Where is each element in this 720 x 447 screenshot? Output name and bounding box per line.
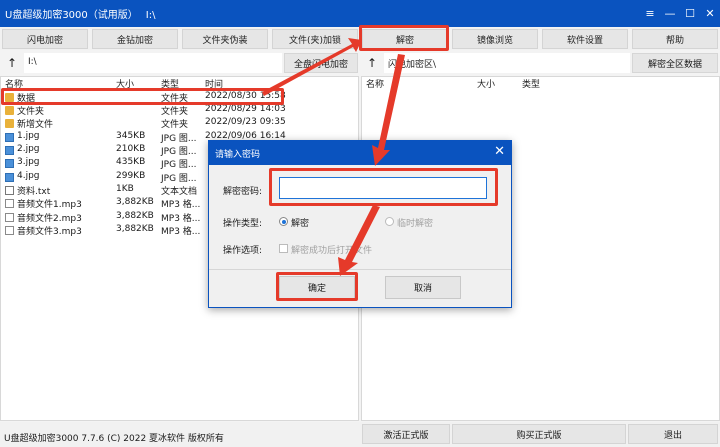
- arrow-to-decrypt: [262, 38, 362, 96]
- arrow-to-dialog: [372, 54, 405, 166]
- arrow-to-ok: [338, 205, 380, 276]
- annotation-arrows: [262, 38, 405, 276]
